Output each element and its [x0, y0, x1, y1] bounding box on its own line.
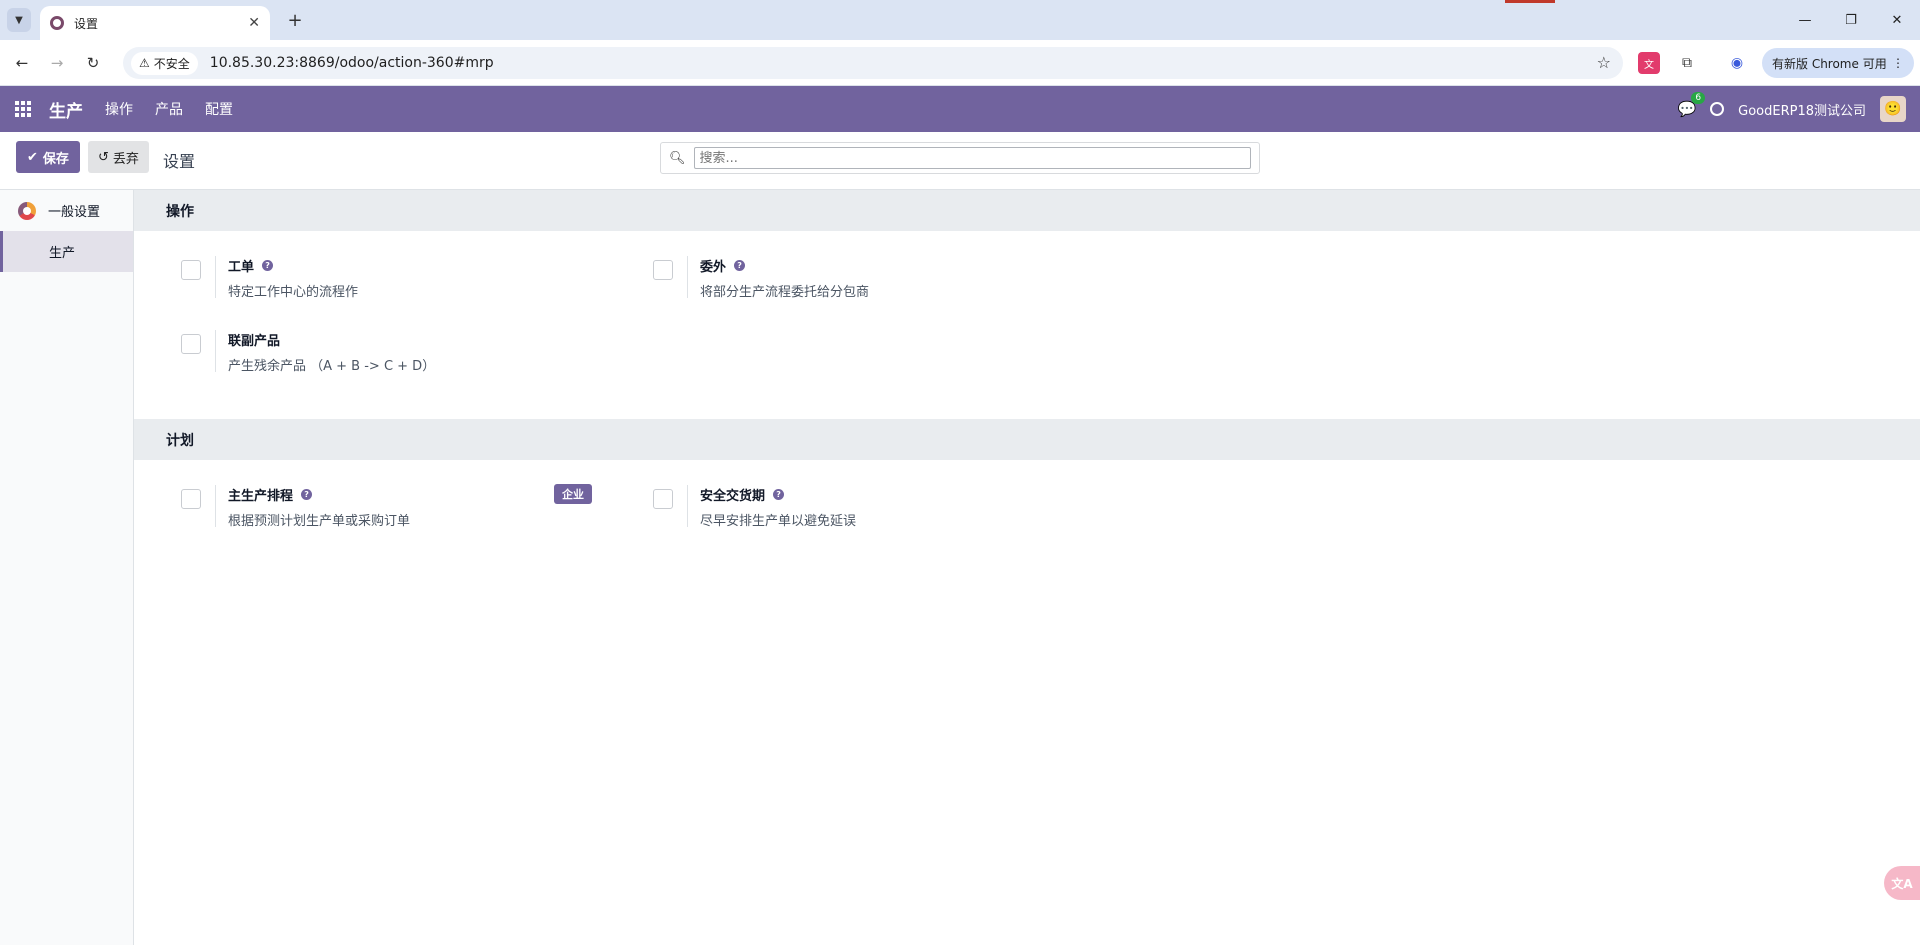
setting-title: 工单 [228, 260, 255, 275]
extensions-puzzle-icon[interactable]: ⧉ [1676, 52, 1698, 74]
help-question-icon[interactable]: ? [734, 260, 746, 271]
reload-icon[interactable]: ↻ [80, 50, 106, 76]
setting-security-lead-time: 安全交货期? 尽早安排生产单以避免延误 [653, 485, 856, 529]
settings-search: 🔍︎ [660, 142, 1260, 174]
discard-button[interactable]: ↺ 丢弃 [88, 141, 149, 173]
security-label: 不安全 [153, 56, 190, 71]
setting-divider [687, 256, 688, 298]
by-products-checkbox[interactable] [181, 334, 201, 354]
odoo-navbar: 生产 操作 产品 配置 💬 6 GoodERP18测试公司 🙂 [0, 86, 1920, 132]
work-orders-checkbox[interactable] [181, 260, 201, 280]
sidebar-item-label: 生产 [49, 246, 76, 261]
chrome-update-button[interactable]: 有新版 Chrome 可用 ⋮ [1762, 48, 1914, 78]
section-planning-header: 计划 [134, 419, 1920, 460]
setting-subcontracting: 委外? 将部分生产流程委托给分包商 [653, 256, 869, 300]
bookmark-star-icon[interactable]: ☆ [1597, 53, 1611, 72]
help-question-icon[interactable]: ? [262, 260, 274, 271]
chat-bubbles-icon[interactable]: 💬 6 [1677, 92, 1706, 118]
odoo-logo-icon [18, 201, 36, 220]
setting-work-orders: 工单? 特定工作中心的流程作 [181, 256, 358, 300]
search-icon: 🔍︎ [669, 150, 686, 166]
minimize-icon[interactable]: — [1782, 0, 1828, 40]
menu-configuration[interactable]: 配置 [205, 99, 233, 119]
translate-extension-icon[interactable]: 文 [1638, 52, 1660, 74]
menu-operations[interactable]: 操作 [105, 99, 133, 119]
browser-toolbar: ← → ↻ ⚠ 不安全 10.85.30.23:8869/odoo/action… [0, 40, 1920, 86]
help-question-icon[interactable]: ? [773, 489, 785, 500]
user-avatar[interactable]: 🙂 [1880, 96, 1906, 122]
window-controls: — ❐ ✕ [1782, 0, 1920, 40]
settings-sidebar: 一般设置 生产 [0, 190, 134, 945]
tab-strip-marker [1505, 0, 1555, 3]
setting-divider [215, 330, 216, 372]
section-operations-header: 操作 [134, 190, 1920, 231]
url-text[interactable]: 10.85.30.23:8869/odoo/action-360#mrp [210, 55, 494, 71]
enterprise-badge: 企业 [554, 484, 592, 504]
kebab-menu-icon[interactable]: ⋮ [1892, 56, 1904, 70]
setting-master-production-schedule: 主生产排程? 根据预测计划生产单或采购订单 [181, 485, 410, 529]
menu-products[interactable]: 产品 [155, 99, 183, 119]
setting-divider [215, 256, 216, 298]
browser-tab-settings[interactable]: 设置 ✕ [40, 6, 270, 40]
address-bar[interactable]: ⚠ 不安全 10.85.30.23:8869/odoo/action-360#m… [123, 47, 1623, 79]
sidebar-item-general-settings[interactable]: 一般设置 [0, 190, 133, 231]
setting-description: 将部分生产流程委托给分包商 [700, 285, 870, 300]
close-tab-icon[interactable]: ✕ [248, 15, 260, 31]
company-switcher[interactable]: GoodERP18测试公司 [1738, 100, 1866, 119]
new-tab-plus-icon[interactable]: + [283, 8, 307, 32]
tab-title: 设置 [74, 16, 99, 31]
back-arrow-icon[interactable]: ← [9, 50, 35, 76]
chat-count-badge: 6 [1691, 92, 1706, 104]
security-chip[interactable]: ⚠ 不安全 [131, 51, 198, 75]
forward-arrow-icon[interactable]: → [44, 50, 70, 76]
sidebar-item-label: 一般设置 [48, 205, 101, 220]
security-lead-time-checkbox[interactable] [653, 489, 673, 509]
warning-triangle-icon: ⚠ [139, 56, 150, 70]
navbar-systray: 💬 6 GoodERP18测试公司 🙂 [1677, 86, 1906, 132]
check-icon: ✔ [27, 149, 38, 165]
page-title: 设置 [163, 152, 196, 171]
help-question-icon[interactable]: ? [301, 489, 313, 500]
activity-clock-icon[interactable] [1710, 102, 1725, 116]
setting-description: 尽早安排生产单以避免延误 [700, 514, 857, 529]
translate-floating-icon[interactable]: 文A [1884, 866, 1920, 900]
setting-by-products: 联副产品 产生残余产品 （A + B -> C + D） [181, 330, 435, 374]
update-label: 有新版 Chrome 可用 [1772, 56, 1887, 71]
browser-tabstrip: ▼ 设置 ✕ + — ❐ ✕ [0, 0, 1920, 40]
apps-grid-icon[interactable] [15, 101, 31, 117]
tab-search-chevron-icon[interactable]: ▼ [7, 8, 31, 32]
app-brand[interactable]: 生产 [49, 97, 83, 122]
save-button[interactable]: ✔ 保存 [16, 141, 80, 173]
mps-checkbox[interactable] [181, 489, 201, 509]
setting-divider [687, 485, 688, 527]
save-label: 保存 [42, 151, 69, 167]
setting-title: 主生产排程 [228, 489, 294, 504]
odoo-favicon-icon [50, 16, 64, 30]
discard-label: 丢弃 [112, 151, 139, 167]
search-input[interactable] [693, 147, 1251, 169]
setting-title: 联副产品 [228, 334, 281, 349]
profile-icon[interactable]: ◉ [1726, 52, 1748, 74]
setting-description: 根据预测计划生产单或采购订单 [228, 514, 411, 529]
undo-icon: ↺ [98, 149, 109, 165]
sidebar-item-manufacturing[interactable]: 生产 [0, 231, 133, 272]
setting-divider [215, 485, 216, 527]
setting-description: 产生残余产品 （A + B -> C + D） [228, 359, 436, 374]
subcontracting-checkbox[interactable] [653, 260, 673, 280]
setting-title: 委外 [700, 260, 727, 275]
settings-content: 操作 工单? 特定工作中心的流程作 委外? 将部分生产流程委托给分包商 联副产品… [134, 190, 1920, 945]
close-window-icon[interactable]: ✕ [1874, 0, 1920, 40]
setting-title: 安全交货期 [700, 489, 766, 504]
setting-description: 特定工作中心的流程作 [228, 285, 359, 300]
control-panel: ✔ 保存 ↺ 丢弃 设置 🔍︎ [0, 132, 1920, 190]
restore-icon[interactable]: ❐ [1828, 0, 1874, 40]
